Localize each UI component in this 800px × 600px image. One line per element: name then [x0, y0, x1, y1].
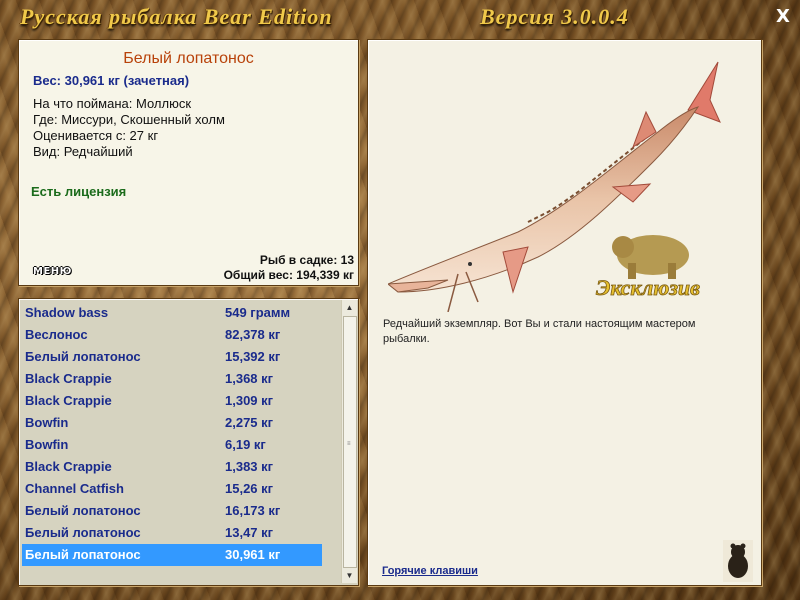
list-item[interactable]: Shadow bass 549 грамм: [22, 302, 324, 324]
title-bar: Русская рыбалка Bear Edition Версия 3.0.…: [0, 0, 800, 36]
fish-weight-cell: 82,378 кг: [225, 327, 281, 342]
fish-weight-cell: 1,309 кг: [225, 393, 274, 408]
fish-name-cell: Белый лопатонос: [25, 349, 141, 364]
fish-name-cell: Веслонос: [25, 327, 88, 342]
fish-weight-cell: 15,26 кг: [225, 481, 274, 496]
fish-name: Белый лопатонос: [123, 50, 254, 67]
fish-name-cell: Белый лопатонос: [25, 525, 141, 540]
list-item[interactable]: Белый лопатонос 15,392 кг: [22, 346, 324, 368]
list-item[interactable]: Black Crappie 1,383 кг: [22, 456, 324, 478]
list-item[interactable]: Black Crappie 1,309 кг: [22, 390, 324, 412]
rated-info: Оценивается с: 27 кг: [33, 128, 159, 143]
fish-weight-cell: 1,383 кг: [225, 459, 274, 474]
fish-name-cell: Белый лопатонос: [25, 503, 141, 518]
scroll-down-icon[interactable]: ▼: [342, 568, 357, 583]
fish-name-cell: Black Crappie: [25, 371, 112, 386]
fish-weight-cell: 16,173 кг: [225, 503, 281, 518]
fish-weight-cell: 15,392 кг: [225, 349, 281, 364]
fish-weight: Вес: 30,961 кг (зачетная): [33, 73, 190, 88]
bear-icon: [723, 540, 753, 582]
fish-name-cell: Bowfin: [25, 415, 69, 430]
grip-icon: ≡: [347, 441, 351, 447]
place-info: Где: Миссури, Скошенный холм: [33, 112, 225, 127]
list-item[interactable]: Channel Catfish 15,26 кг: [22, 478, 324, 500]
close-icon[interactable]: X: [772, 6, 794, 28]
app-title: Русская рыбалка Bear Edition: [20, 4, 333, 29]
scrollbar[interactable]: ▲ ≡ ▼: [341, 300, 357, 583]
list-item[interactable]: Белый лопатонос 30,961 кг: [22, 544, 322, 566]
fish-name-cell: Белый лопатонос: [25, 547, 141, 562]
keepnet-list: Shadow bass 549 грамм Веслонос 82,378 кг Бел…: [22, 302, 324, 566]
catch-info-panel: Белый лопатонос Вес: 30,961 кг (зачетная…: [18, 39, 359, 286]
fish-name-cell: Black Crappie: [25, 393, 112, 408]
exclusive-badge: Эксклюзив: [596, 235, 701, 300]
license-status: Есть лицензия: [31, 184, 127, 199]
menu-button[interactable]: МЕНЮ: [33, 266, 72, 277]
fish-weight-cell: 549 грамм: [225, 305, 291, 320]
fish-name-cell: Shadow bass: [25, 305, 109, 320]
fish-weight-cell: 1,368 кг: [225, 371, 274, 386]
scroll-thumb[interactable]: ≡: [343, 316, 357, 568]
badge-text: Эксклюзив: [596, 275, 700, 300]
fish-name-cell: Bowfin: [25, 437, 69, 452]
version-label: Версия 3.0.0.4: [480, 4, 629, 29]
kind-info: Вид: Редчайший: [33, 144, 133, 159]
list-item[interactable]: Black Crappie 1,368 кг: [22, 368, 324, 390]
catch-description: Редчайший экземпляр. Вот Вы и стали наст…: [383, 318, 696, 345]
hotkeys-link[interactable]: Горячие клавиши: [382, 565, 478, 577]
fish-weight-cell: 13,47 кг: [225, 525, 274, 540]
fish-name-cell: Channel Catfish: [25, 481, 124, 496]
list-item[interactable]: Bowfin 2,275 кг: [22, 412, 324, 434]
fish-weight-cell: 2,275 кг: [225, 415, 274, 430]
fish-name-cell: Black Crappie: [25, 459, 112, 474]
fish-photo-panel: Эксклюзив Редчайший экземпляр. Вот Вы и …: [367, 39, 762, 586]
list-item[interactable]: Bowfin 6,19 кг: [22, 434, 324, 456]
scroll-up-icon[interactable]: ▲: [342, 300, 357, 315]
fish-weight-cell: 30,961 кг: [225, 547, 281, 562]
total-weight: Общий вес: 194,339 кг: [223, 268, 354, 282]
list-item[interactable]: Веслонос 82,378 кг: [22, 324, 324, 346]
bait-info: На что поймана: Моллюск: [33, 96, 192, 111]
list-item[interactable]: Белый лопатонос 16,173 кг: [22, 500, 324, 522]
keepnet-count: Рыб в садке: 13: [259, 253, 354, 267]
keepnet-list-panel: Shadow bass 549 грамм Веслонос 82,378 кг Бел…: [18, 298, 359, 586]
fish-weight-cell: 6,19 кг: [225, 437, 266, 452]
list-item[interactable]: Белый лопатонос 13,47 кг: [22, 522, 324, 544]
